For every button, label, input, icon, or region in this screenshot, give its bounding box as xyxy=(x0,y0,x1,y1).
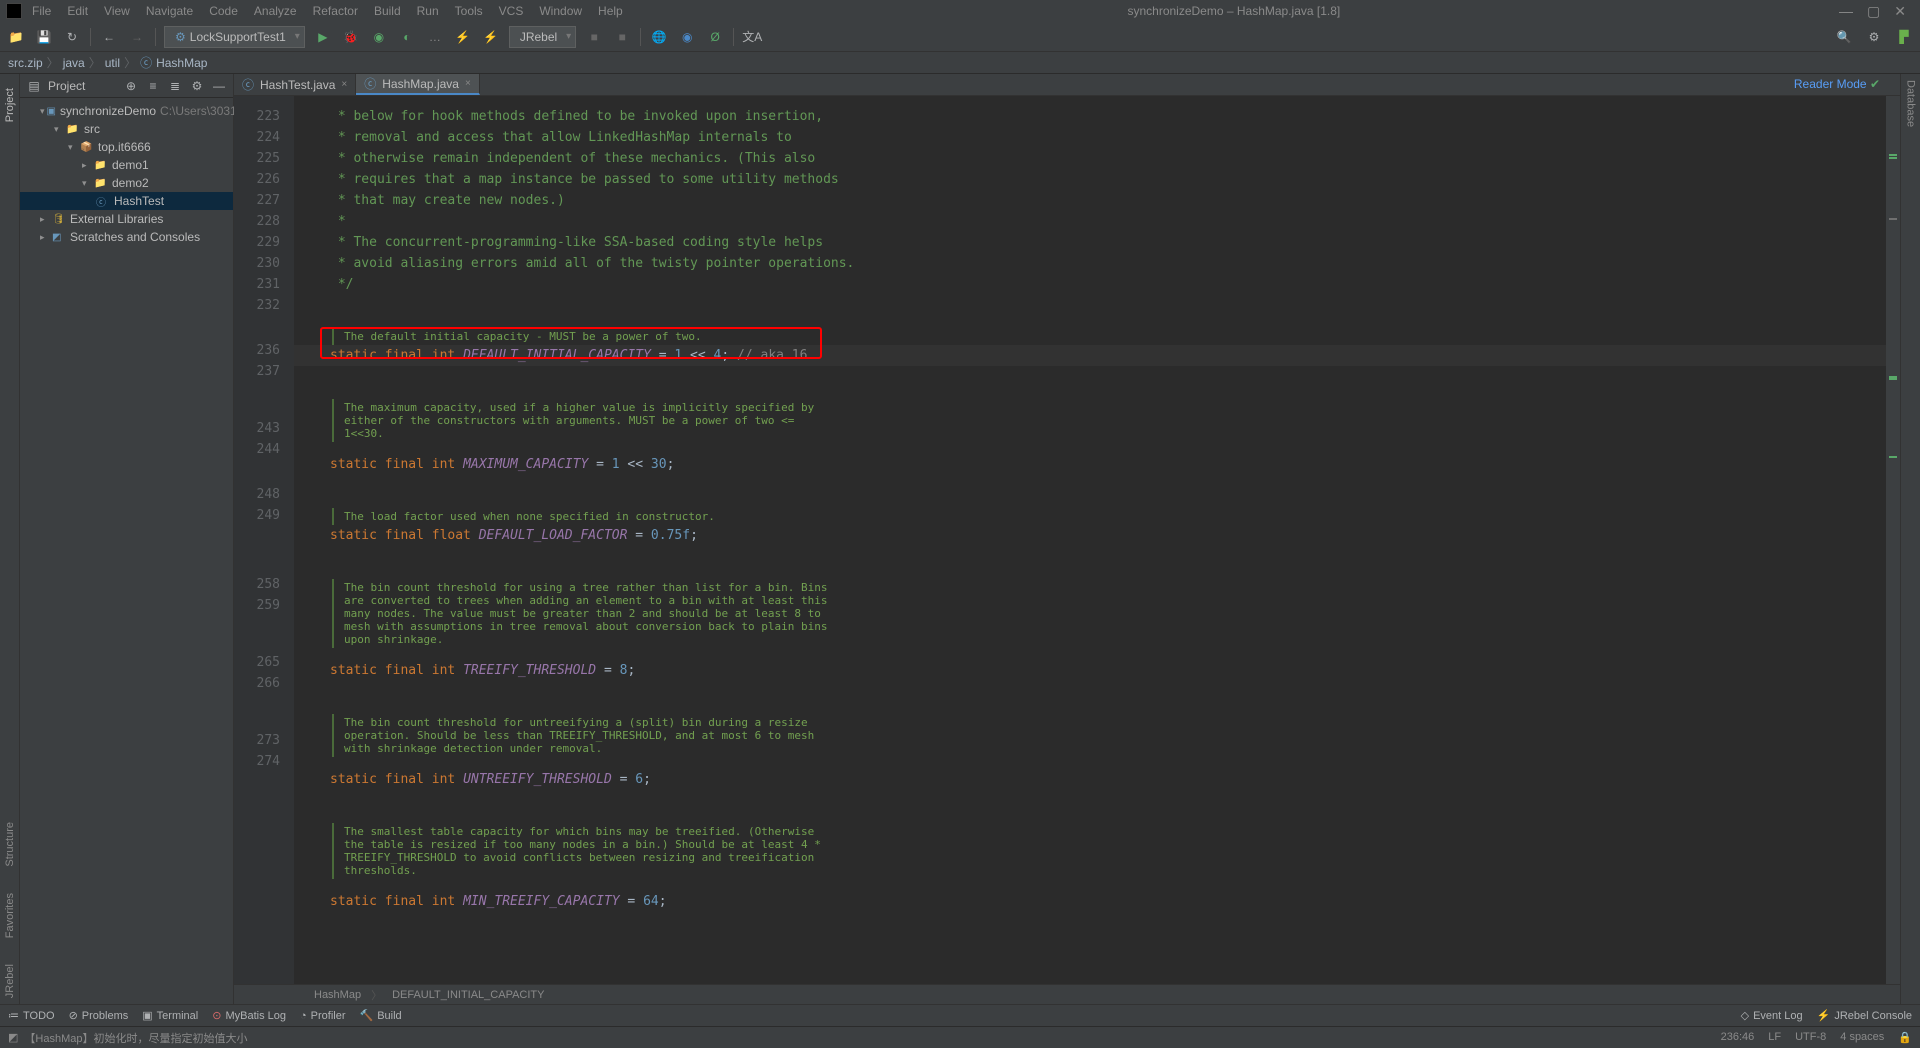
debug-icon[interactable]: 🐞 xyxy=(341,27,361,47)
project-title: Project xyxy=(48,79,117,93)
menu-window[interactable]: Window xyxy=(533,2,588,20)
profile-icon[interactable]: ◐ xyxy=(397,27,417,47)
status-icon[interactable]: ◩ xyxy=(8,1031,18,1044)
reader-mode-link[interactable]: Reader Mode ✔ xyxy=(1794,77,1880,91)
tool-profiler[interactable]: ◔ Profiler xyxy=(300,1010,346,1022)
project-select-icon[interactable]: ▤ xyxy=(26,79,42,93)
tool-problems[interactable]: ⊘ Problems xyxy=(69,1009,129,1022)
code-editor[interactable]: * below for hook methods defined to be i… xyxy=(294,96,1886,984)
nav-crumb-0[interactable]: src.zip xyxy=(8,56,43,70)
tab-close-icon[interactable]: × xyxy=(465,78,471,89)
jr1-icon[interactable]: ⚡ xyxy=(453,27,473,47)
run-config-combo[interactable]: ⚙ LockSupportTest1 xyxy=(164,26,305,48)
translate-icon[interactable]: 文A xyxy=(742,27,762,47)
menu-vcs[interactable]: VCS xyxy=(493,2,530,20)
expand-icon[interactable]: ≡ xyxy=(145,79,161,93)
sidebar-tab-jrebel[interactable]: JRebel xyxy=(2,958,18,1004)
maximize-icon[interactable]: ▢ xyxy=(1867,3,1880,20)
menu-run[interactable]: Run xyxy=(411,2,445,20)
menu-tools[interactable]: Tools xyxy=(449,2,489,20)
run-config-icon: ⚙ xyxy=(175,30,186,44)
hide-icon[interactable]: — xyxy=(211,79,227,93)
right-tab-database[interactable]: Database xyxy=(1903,74,1919,133)
locate-icon[interactable]: ⊕ xyxy=(123,79,139,93)
databind-icon[interactable]: ▛ xyxy=(1894,27,1914,47)
menu-analyze[interactable]: Analyze xyxy=(248,2,303,20)
tree-root[interactable]: ▾▣synchronizeDemoC:\Users\30315\Dow xyxy=(20,102,233,120)
tree-src[interactable]: ▾📁src xyxy=(20,120,233,138)
tool-build[interactable]: 🔨 Build xyxy=(360,1009,402,1022)
refresh-icon[interactable]: ↻ xyxy=(62,27,82,47)
back-icon[interactable]: ← xyxy=(99,27,119,47)
tree-scratches[interactable]: ▸◩Scratches and Consoles xyxy=(20,228,233,246)
status-indent[interactable]: 4 spaces xyxy=(1840,1031,1884,1044)
menu-help[interactable]: Help xyxy=(592,2,629,20)
menu-file[interactable]: File xyxy=(26,2,57,20)
close-icon[interactable]: ✕ xyxy=(1894,3,1906,20)
tool-mybatis[interactable]: ⊙ MyBatis Log xyxy=(212,1009,286,1022)
gear-icon[interactable]: ⚙ xyxy=(189,79,205,93)
menu-refactor[interactable]: Refactor xyxy=(307,2,364,20)
status-charset[interactable]: UTF-8 xyxy=(1795,1031,1826,1044)
search-icon[interactable]: 🔍 xyxy=(1834,27,1854,47)
status-pos[interactable]: 236:46 xyxy=(1721,1031,1755,1044)
run-icon[interactable]: ▶ xyxy=(313,27,333,47)
nav-crumb-3[interactable]: ⓒ HashMap xyxy=(140,54,207,71)
crumb-member[interactable]: DEFAULT_INITIAL_CAPACITY xyxy=(392,989,544,1001)
sidebar-tab-project[interactable]: Project xyxy=(2,82,18,128)
tab-hashmap[interactable]: ⓒHashMap.java× xyxy=(356,74,480,95)
tree-pkg[interactable]: ▾📦top.it6666 xyxy=(20,138,233,156)
menu-view[interactable]: View xyxy=(98,2,136,20)
tree-demo2[interactable]: ▾📁demo2 xyxy=(20,174,233,192)
open-icon[interactable]: 📁 xyxy=(6,27,26,47)
tab-hashtest[interactable]: ⓒHashTest.java× xyxy=(234,74,356,95)
app-icon xyxy=(6,3,22,19)
stop-icon[interactable]: ■ xyxy=(584,27,604,47)
jrebel-combo[interactable]: JRebel xyxy=(509,26,576,48)
window-title: synchronizeDemo – HashMap.java [1.8] xyxy=(629,4,1839,18)
event-log[interactable]: ◇ Event Log xyxy=(1741,1009,1803,1022)
globe3-icon[interactable]: Ø xyxy=(705,27,725,47)
status-message: 【HashMap】初始化时，尽量指定初始值大小 xyxy=(24,1030,247,1046)
sidebar-tab-favorites[interactable]: Favorites xyxy=(2,887,18,944)
lock-icon[interactable]: 🔒 xyxy=(1898,1031,1912,1044)
globe2-icon[interactable]: ◉ xyxy=(677,27,697,47)
menu-edit[interactable]: Edit xyxy=(61,2,94,20)
menu-build[interactable]: Build xyxy=(368,2,407,20)
forward-icon[interactable]: → xyxy=(127,27,147,47)
line-gutter[interactable]: 223 224 225 226 227 228 229 230 231 232 … xyxy=(234,96,294,984)
nav-crumb-1[interactable]: java xyxy=(63,56,85,70)
status-lf[interactable]: LF xyxy=(1768,1031,1781,1044)
attach-icon[interactable]: … xyxy=(425,27,445,47)
sidebar-tab-structure[interactable]: Structure xyxy=(2,816,18,873)
stop2-icon[interactable]: ■ xyxy=(612,27,632,47)
settings-icon[interactable]: ⚙ xyxy=(1864,27,1884,47)
tree-demo1[interactable]: ▸📁demo1 xyxy=(20,156,233,174)
save-icon[interactable]: 💾 xyxy=(34,27,54,47)
minimize-icon[interactable]: — xyxy=(1839,3,1853,20)
scroll-strip[interactable] xyxy=(1886,96,1900,984)
tree-hashtest[interactable]: ⓒHashTest xyxy=(20,192,233,210)
menu-code[interactable]: Code xyxy=(203,2,244,20)
menu-navigate[interactable]: Navigate xyxy=(140,2,199,20)
jrebel-console[interactable]: ⚡ JRebel Console xyxy=(1817,1009,1912,1022)
tab-close-icon[interactable]: × xyxy=(341,79,347,90)
coverage-icon[interactable]: ◉ xyxy=(369,27,389,47)
globe1-icon[interactable]: 🌐 xyxy=(649,27,669,47)
jr2-icon[interactable]: ⚡ xyxy=(481,27,501,47)
tool-terminal[interactable]: ▣ Terminal xyxy=(142,1009,198,1022)
tool-todo[interactable]: ≔ TODO xyxy=(8,1009,55,1022)
tree-external[interactable]: ▸🛢External Libraries xyxy=(20,210,233,228)
main-menu: File Edit View Navigate Code Analyze Ref… xyxy=(26,2,629,20)
nav-crumb-2[interactable]: util xyxy=(105,56,120,70)
crumb-class[interactable]: HashMap xyxy=(314,989,361,1001)
collapse-icon[interactable]: ≣ xyxy=(167,79,183,93)
